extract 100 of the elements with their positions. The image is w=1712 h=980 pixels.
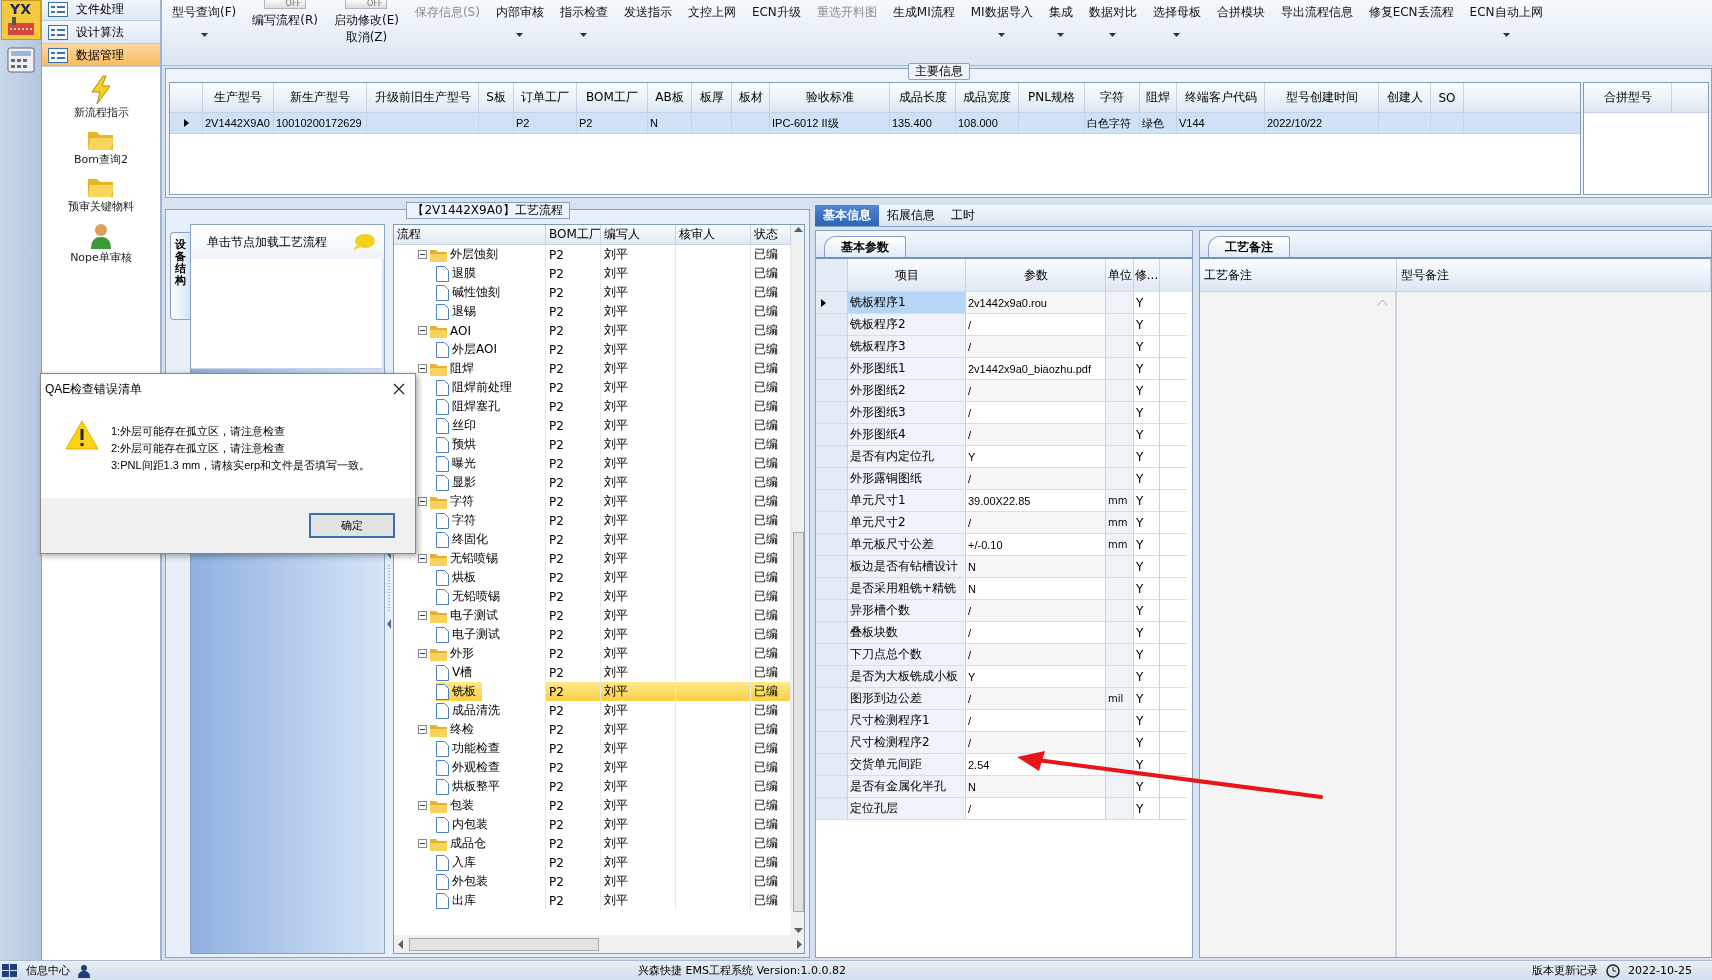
column-header[interactable]: 型号备注 [1397, 259, 1711, 291]
panel-tab[interactable]: 基本参数 [824, 236, 906, 257]
ok-button[interactable]: 确定 [309, 513, 395, 538]
toolbar-button[interactable]: 发送指示 [615, 0, 680, 65]
nav-tool[interactable]: 新流程指示 [71, 73, 131, 122]
column-header[interactable]: 流程 [394, 225, 546, 244]
toolbar-button[interactable]: 内部审核 [487, 0, 552, 65]
tree-row[interactable]: 铣板 P2 刘平 已编 [394, 682, 791, 701]
tab[interactable]: 基本信息 [815, 205, 879, 226]
tree-row[interactable]: 入库 P2 刘平 已编 [394, 853, 791, 872]
table-cell: P2 [546, 644, 601, 663]
toolbar-button[interactable]: OFF 编写流程(R) [244, 0, 326, 65]
toolbar-button[interactable]: ECN升级 [743, 0, 809, 65]
table-row[interactable]: 2V1442X9A0 10010200172629 P2 P2 N IPC-6012 II级 135.400 108.000 白色字符 绿色 V144 2022/10/22 [170, 113, 1580, 134]
table-row[interactable]: 板边是否有钻槽设计 N Y [816, 556, 1192, 578]
toolbar-button[interactable]: 合拼模块 [1208, 0, 1273, 65]
tree-row[interactable]: 退锡 P2 刘平 已编 [394, 302, 791, 321]
table-row[interactable]: 铣板程序2 / Y [816, 314, 1192, 336]
table-row[interactable]: 单元尺寸1 39.00X22.85 mm Y [816, 490, 1192, 512]
toolbar-button[interactable]: 文控上网 [679, 0, 744, 65]
tab[interactable]: 拓展信息 [879, 205, 943, 226]
table-row[interactable]: 铣板程序3 / Y [816, 336, 1192, 358]
table-row[interactable]: 叠板块数 / Y [816, 622, 1192, 644]
tree-row[interactable]: 烘板整平 P2 刘平 已编 [394, 777, 791, 796]
column-header[interactable]: 核审人 [676, 225, 751, 244]
tree-row[interactable]: 烘板 P2 刘平 已编 [394, 568, 791, 587]
toolbar-button[interactable]: 集成 [1040, 0, 1081, 65]
tree-row[interactable]: 成品仓 P2 刘平 已编 [394, 834, 791, 853]
toggle-switch[interactable]: OFF [345, 0, 388, 9]
tree-row[interactable]: 成品清洗 P2 刘平 已编 [394, 701, 791, 720]
table-row[interactable]: 下刀点总个数 / Y [816, 644, 1192, 666]
toolbar-button[interactable]: 选择母板 [1144, 0, 1209, 65]
table-cell: 刘平 [601, 340, 676, 359]
menu-item[interactable]: 数据管理 [42, 44, 160, 67]
table-cell: 刘平 [601, 283, 676, 302]
table-cell: 刘平 [601, 682, 676, 701]
table-row[interactable]: 是否有金属化半孔 N Y [816, 776, 1192, 798]
table-row[interactable]: 图形到边公差 / mil Y [816, 688, 1192, 710]
menu-item[interactable]: 设计算法 [42, 21, 160, 44]
table-row[interactable]: 尺寸检测程序1 / Y [816, 710, 1192, 732]
table-row[interactable]: 外形图纸3 / Y [816, 402, 1192, 424]
nav-tool[interactable]: 预审关键物料 [66, 173, 136, 216]
table-row[interactable]: 异形槽个数 / Y [816, 600, 1192, 622]
tree-row[interactable]: 外层蚀刻 P2 刘平 已编 [394, 245, 791, 264]
table-cell: 单元板尺寸公差 [848, 534, 966, 556]
tree-row[interactable]: 退膜 P2 刘平 已编 [394, 264, 791, 283]
status-link[interactable]: 版本更新记录 [1532, 963, 1599, 978]
side-tab[interactable]: 设备结构 [170, 232, 190, 320]
table-row[interactable]: 是否为大板铣成小板 Y Y [816, 666, 1192, 688]
tree-row[interactable]: 外层AOI P2 刘平 已编 [394, 340, 791, 359]
table-row[interactable]: 外形图纸2 / Y [816, 380, 1192, 402]
table-row[interactable]: 外形图纸4 / Y [816, 424, 1192, 446]
tree-node-label: 退膜 [452, 265, 476, 282]
column-header[interactable]: 修... [1134, 259, 1160, 292]
toolbar-button[interactable]: 修复ECN丢流程 [1360, 0, 1462, 65]
table-row[interactable]: 铣板程序1 2v1442x9a0.rou Y [816, 292, 1192, 314]
panel-tab[interactable]: 工艺备注 [1208, 236, 1290, 257]
tree-row[interactable]: 功能检查 P2 刘平 已编 [394, 739, 791, 758]
tab[interactable]: 工时 [943, 205, 983, 226]
table-row[interactable]: 是否有内定位孔 Y Y [816, 446, 1192, 468]
toolbar-button[interactable]: 生成MI流程 [884, 0, 963, 65]
tree-row[interactable]: 外观检查 P2 刘平 已编 [394, 758, 791, 777]
tree-row[interactable]: 包装 P2 刘平 已编 [394, 796, 791, 815]
table-cell: P2 [546, 739, 601, 758]
table-row[interactable]: 尺寸检测程序2 / Y [816, 732, 1192, 754]
toolbar-button[interactable]: 导出流程信息 [1272, 0, 1361, 65]
tree-row[interactable]: 碱性蚀刻 P2 刘平 已编 [394, 283, 791, 302]
tree-row[interactable]: 无铅喷锡 P2 刘平 已编 [394, 587, 791, 606]
nav-tool[interactable]: Bom查询2 [72, 126, 130, 169]
toggle-switch[interactable]: OFF [264, 0, 307, 9]
table-row[interactable]: 单元板尺寸公差 +/-0.10 mm Y [816, 534, 1192, 556]
table-cell: 是否有金属化半孔 [848, 776, 966, 798]
table-row[interactable]: 外形露铜图纸 / Y [816, 468, 1192, 490]
table-cell: Y [1134, 534, 1160, 556]
toolbar-button[interactable]: OFF 启动修改(E) 取消(Z) [325, 0, 407, 65]
table-row[interactable]: 是否采用粗铣+精铣 N Y [816, 578, 1192, 600]
tree-row[interactable]: 电子测试 P2 刘平 已编 [394, 625, 791, 644]
toolbar-button[interactable]: 数据对比 [1080, 0, 1145, 65]
table-cell: 刘平 [601, 701, 676, 720]
toolbar-button[interactable]: 指示检查 [551, 0, 616, 65]
tree-row[interactable]: 内包装 P2 刘平 已编 [394, 815, 791, 834]
menu-item[interactable]: 文件处理 [42, 0, 160, 21]
tree-row[interactable]: 外形 P2 刘平 已编 [394, 644, 791, 663]
column-header[interactable]: 工艺备注 [1200, 259, 1397, 291]
table-row[interactable]: 定位孔层 / Y [816, 798, 1192, 820]
tree-row[interactable]: AOI P2 刘平 已编 [394, 321, 791, 340]
toolbar-button[interactable]: ECN自动上网 [1461, 0, 1551, 65]
column-header[interactable]: 编写人 [601, 225, 676, 244]
tree-row[interactable]: 电子测试 P2 刘平 已编 [394, 606, 791, 625]
table-row[interactable]: 单元尺寸2 / mm Y [816, 512, 1192, 534]
nav-tool[interactable]: Nope单审核 [68, 220, 134, 267]
tree-row[interactable]: 外包装 P2 刘平 已编 [394, 872, 791, 891]
tree-row[interactable]: 终检 P2 刘平 已编 [394, 720, 791, 739]
toolbar-button[interactable]: 型号查询(F) [164, 0, 245, 65]
column-header[interactable]: BOM工厂 [546, 225, 601, 244]
table-cell: N [648, 113, 692, 134]
table-row[interactable]: 外形图纸1 2v1442x9a0_biaozhu.pdf Y [816, 358, 1192, 380]
tree-row[interactable]: 出库 P2 刘平 已编 [394, 891, 791, 910]
toolbar-button[interactable]: MI数据导入 [962, 0, 1041, 65]
table-cell: N [966, 776, 1106, 798]
